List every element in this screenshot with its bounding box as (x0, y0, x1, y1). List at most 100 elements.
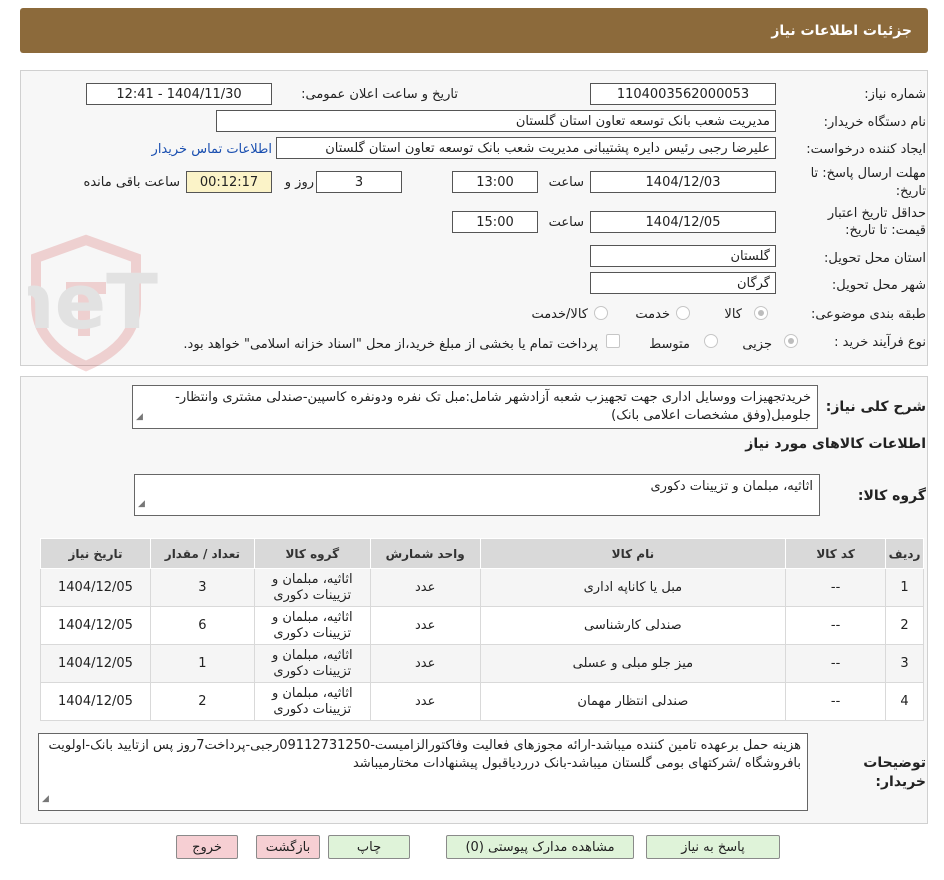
row-group-line2: تزیینات دکوری (273, 701, 352, 717)
requester-field: علیرضا رجبی رئیس دایره پشتیبانی مدیریت ش… (276, 137, 776, 159)
col-group: گروه کالا (253, 538, 371, 569)
row-group-line1: اثاثیه، مبلمان و (271, 647, 353, 663)
row-group-line2: تزیینات دکوری (273, 587, 352, 603)
exit-button[interactable]: خروج (176, 835, 238, 859)
need-number-field: 1104003562000053 (590, 83, 776, 105)
category-label: طبقه بندی موضوعی: (810, 307, 926, 322)
goods-section-title: اطلاعات کالاهای مورد نیاز (745, 436, 926, 452)
row-code: -- (785, 682, 887, 721)
row-date: 1404/12/05 (40, 644, 151, 683)
price-validity-time-label: ساعت (548, 215, 584, 230)
col-code: کد کالا (785, 538, 887, 569)
row-group-line1: اثاثیه، مبلمان و (271, 609, 353, 625)
back-button[interactable]: بازگشت (256, 835, 320, 859)
page-title: جزئیات اطلاعات نیاز (771, 22, 912, 39)
category-goods-label: کالا (724, 307, 742, 322)
page-header: جزئیات اطلاعات نیاز (20, 8, 928, 53)
category-both-radio[interactable] (594, 306, 608, 320)
buyer-notes-field: هزینه حمل برعهده تامین کننده میباشد-ارائ… (38, 733, 808, 811)
row-code: -- (785, 644, 887, 683)
row-date: 1404/12/05 (40, 606, 151, 645)
description-field: خریدتجهیزات ووسایل اداری جهت تجهیزب شعبه… (132, 385, 818, 429)
price-validity-label-2: قیمت: تا تاریخ: (845, 223, 926, 238)
row-group-line1: اثاثیه، مبلمان و (271, 685, 353, 701)
row-qty: 1 (149, 644, 255, 683)
resize-grip-icon[interactable]: ◢ (42, 790, 49, 808)
remaining-label: ساعت باقی مانده (83, 175, 180, 190)
table-row: 2 -- صندلی کارشناسی عدد اثاثیه، مبلمان و… (40, 606, 924, 645)
table-row: 4 -- صندلی انتظار مهمان عدد اثاثیه، مبلم… (40, 682, 924, 721)
city-field: گرگان (590, 272, 776, 294)
goods-table-header: ردیف کد کالا نام کالا واحد شمارش گروه کا… (40, 538, 924, 569)
reply-date-field: 1404/12/03 (590, 171, 776, 193)
buyer-notes-text: هزینه حمل برعهده تامین کننده میباشد-ارائ… (48, 738, 801, 771)
process-medium-radio[interactable] (704, 334, 718, 348)
category-service-radio[interactable] (676, 306, 690, 320)
days-label: روز و (284, 175, 314, 190)
col-date: تاریخ نیاز (40, 538, 151, 569)
category-goods-radio[interactable] (754, 306, 768, 320)
buyer-notes-label: توضیحات (863, 755, 926, 771)
buyer-notes-label-2: خریدار: (875, 774, 926, 790)
province-label: استان محل تحویل: (824, 251, 926, 266)
resize-grip-icon[interactable]: ◢ (138, 495, 145, 513)
category-service-label: خدمت (635, 307, 670, 322)
row-name: مبل یا کاناپه اداری (479, 568, 787, 607)
row-unit: عدد (369, 644, 481, 683)
col-index: ردیف (885, 538, 924, 569)
goods-group-field: اثاثیه، مبلمان و تزیینات دکوری ◢ (134, 474, 820, 516)
category-both-label: کالا/خدمت (531, 307, 588, 322)
row-qty: 2 (149, 682, 255, 721)
description-text: خریدتجهیزات ووسایل اداری جهت تجهیزب شعبه… (175, 390, 811, 423)
process-minor-label: جزیی (742, 337, 772, 352)
row-group: اثاثیه، مبلمان و تزیینات دکوری (253, 606, 371, 645)
row-qty: 3 (149, 568, 255, 607)
buyer-contact-link[interactable]: اطلاعات تماس خریدار (152, 142, 272, 158)
col-unit: واحد شمارش (369, 538, 481, 569)
row-unit: عدد (369, 568, 481, 607)
province-field: گلستان (590, 245, 776, 267)
row-code: -- (785, 606, 887, 645)
row-group: اثاثیه، مبلمان و تزیینات دکوری (253, 568, 371, 607)
row-index: 2 (885, 606, 924, 645)
treasury-note: پرداخت تمام یا بخشی از مبلغ خرید،از محل … (183, 337, 598, 352)
reply-time-field: 13:00 (452, 171, 538, 193)
row-unit: عدد (369, 606, 481, 645)
row-code: -- (785, 568, 887, 607)
requester-label: ایجاد کننده درخواست: (806, 142, 926, 157)
row-index: 3 (885, 644, 924, 683)
table-row: 3 -- میز جلو مبلی و عسلی عدد اثاثیه، مبل… (40, 644, 924, 683)
row-group-line1: اثاثیه، مبلمان و (271, 571, 353, 587)
description-label: شرح کلی نیاز: (825, 399, 926, 415)
goods-table: ردیف کد کالا نام کالا واحد شمارش گروه کا… (40, 538, 924, 721)
process-minor-radio[interactable] (784, 334, 798, 348)
attachments-button[interactable]: مشاهده مدارک پیوستی (0) (446, 835, 634, 859)
row-name: صندلی کارشناسی (479, 606, 787, 645)
row-group-line2: تزیینات دکوری (273, 625, 352, 641)
row-group: اثاثیه، مبلمان و تزیینات دکوری (253, 682, 371, 721)
col-name: نام کالا (479, 538, 787, 569)
row-date: 1404/12/05 (40, 682, 151, 721)
resize-grip-icon[interactable]: ◢ (136, 408, 143, 426)
price-validity-date-field: 1404/12/05 (590, 211, 776, 233)
row-unit: عدد (369, 682, 481, 721)
row-group-line2: تزیینات دکوری (273, 663, 352, 679)
remaining-time-field: 00:12:17 (186, 171, 272, 193)
reply-days-field: 3 (316, 171, 402, 193)
announce-field: 1404/11/30 - 12:41 (86, 83, 272, 105)
price-validity-label: حداقل تاریخ اعتبار (827, 206, 926, 221)
reply-time-label: ساعت (548, 175, 584, 190)
row-group: اثاثیه، مبلمان و تزیینات دکوری (253, 644, 371, 683)
row-name: میز جلو مبلی و عسلی (479, 644, 787, 683)
table-row: 1 -- مبل یا کاناپه اداری عدد اثاثیه، مبل… (40, 568, 924, 607)
treasury-checkbox[interactable] (606, 334, 620, 348)
process-label: نوع فرآیند خرید : (834, 335, 926, 350)
reply-button[interactable]: پاسخ به نیاز (646, 835, 780, 859)
row-qty: 6 (149, 606, 255, 645)
row-date: 1404/12/05 (40, 568, 151, 607)
print-button[interactable]: چاپ (328, 835, 410, 859)
buyer-org-field: مدیریت شعب بانک توسعه تعاون استان گلستان (216, 110, 776, 132)
reply-deadline-label-2: تاریخ: (895, 184, 926, 199)
price-validity-time-field: 15:00 (452, 211, 538, 233)
col-qty: تعداد / مقدار (149, 538, 255, 569)
